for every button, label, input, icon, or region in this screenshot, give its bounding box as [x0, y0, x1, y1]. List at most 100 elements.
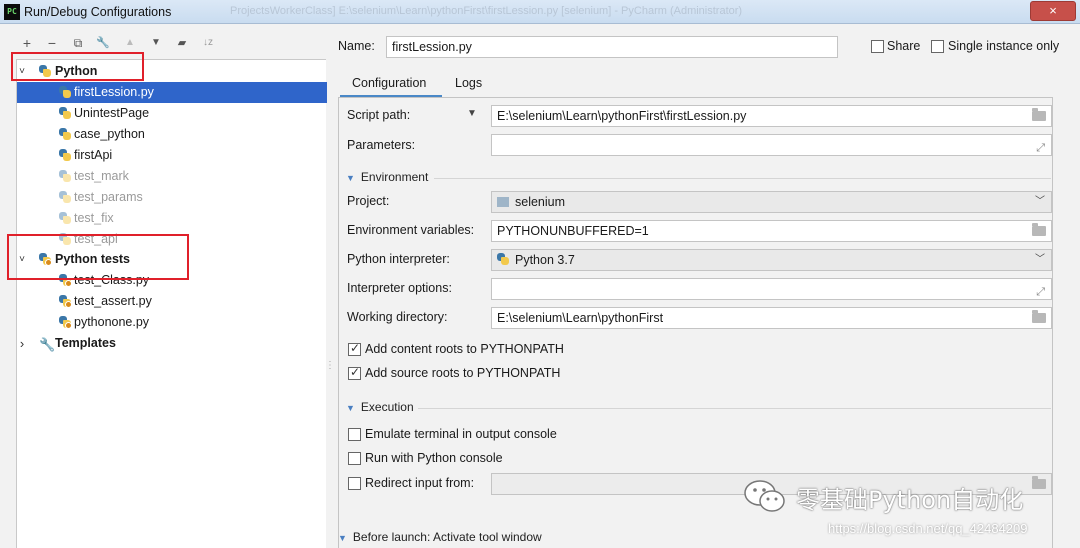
tree-item-case-python[interactable]: case_python: [17, 124, 327, 145]
configurations-tree: ˅ Python firstLession.py UnintestPage ca…: [16, 59, 327, 548]
tree-item-firstapi[interactable]: firstApi: [17, 145, 327, 166]
add-source-roots-checkbox[interactable]: [348, 365, 361, 380]
project-folder-icon: [497, 197, 509, 207]
project-value: selenium: [515, 195, 566, 209]
move-down-icon[interactable]: ▼: [148, 36, 164, 50]
tab-configuration[interactable]: Configuration: [340, 71, 442, 97]
run-python-console-label: Run with Python console: [365, 451, 503, 465]
python-icon: [59, 86, 71, 98]
tree-item-firstlession[interactable]: firstLession.py: [17, 82, 327, 103]
python-tests-icon: [59, 295, 72, 308]
redirect-input-checkbox[interactable]: [348, 477, 361, 490]
close-button[interactable]: ×: [1030, 1, 1076, 21]
python-icon: [59, 149, 71, 161]
pycharm-app-icon: PC: [4, 4, 20, 20]
add-source-roots-label: Add source roots to PYTHONPATH: [365, 366, 561, 380]
python-icon: [59, 170, 71, 182]
tree-item-label: test_params: [74, 190, 143, 204]
interpreter-label: Python interpreter:: [347, 252, 450, 266]
share-label: Share: [887, 39, 921, 53]
configurations-panel: + − ⧉ 🔧 ▲ ▼ ▰ ↓z ˅ Python firstLession.p…: [0, 25, 327, 548]
browse-folder-icon[interactable]: [1032, 108, 1046, 121]
expand-icon[interactable]: ⤢: [1036, 282, 1045, 299]
script-path-dropdown-icon[interactable]: ▼: [467, 108, 477, 119]
project-label: Project:: [347, 194, 390, 208]
working-directory-label: Working directory:: [347, 310, 448, 324]
interpreter-value: Python 3.7: [515, 253, 575, 267]
browse-folder-icon[interactable]: [1032, 223, 1046, 236]
single-instance-checkbox[interactable]: [931, 40, 944, 53]
name-input[interactable]: firstLession.py: [386, 36, 838, 58]
environment-section-header[interactable]: ▼ Environment: [346, 170, 428, 184]
name-label: Name:: [338, 39, 375, 53]
interpreter-options-label: Interpreter options:: [347, 281, 452, 295]
python-icon: [59, 128, 71, 140]
remove-icon[interactable]: −: [44, 36, 60, 50]
wrench-icon: 🔧: [39, 337, 56, 352]
move-up-icon[interactable]: ▲: [122, 36, 138, 50]
script-path-input[interactable]: E:\selenium\Learn\pythonFirst\firstLessi…: [491, 105, 1052, 127]
tree-item-unintestpage[interactable]: UnintestPage: [17, 103, 327, 124]
browse-folder-icon[interactable]: [1032, 476, 1046, 489]
chevron-down-icon: ﹀: [1035, 254, 1045, 265]
emulate-terminal-label: Emulate terminal in output console: [365, 427, 557, 441]
tree-item-label: firstApi: [74, 148, 113, 162]
env-vars-input[interactable]: PYTHONUNBUFFERED=1: [491, 220, 1052, 242]
add-icon[interactable]: +: [19, 36, 35, 50]
highlight-box-python-tests: [7, 234, 189, 280]
working-directory-input[interactable]: E:\selenium\Learn\pythonFirst: [491, 307, 1052, 329]
environment-section-label: Environment: [360, 170, 429, 184]
expand-icon[interactable]: ⤢: [1036, 138, 1045, 155]
copy-icon[interactable]: ⧉: [70, 36, 86, 50]
browse-folder-icon[interactable]: [1032, 310, 1046, 323]
parameters-input[interactable]: ⤢: [491, 134, 1052, 156]
env-vars-label: Environment variables:: [347, 223, 475, 237]
chevron-right-icon[interactable]: ›: [17, 333, 27, 354]
python-icon: [59, 107, 71, 119]
collapse-triangle-icon: ▼: [346, 173, 355, 183]
title-bar: PC Run/Debug Configurations ProjectsWork…: [0, 0, 1080, 24]
before-launch-section-header[interactable]: ▼ Before launch: Activate tool window: [338, 530, 542, 544]
env-vars-value: PYTHONUNBUFFERED=1: [497, 224, 649, 238]
section-divider: [418, 408, 1051, 409]
add-content-roots-checkbox[interactable]: [348, 341, 361, 356]
execution-section-label: Execution: [360, 400, 414, 414]
before-launch-label: Before launch: Activate tool window: [352, 530, 542, 544]
sort-icon[interactable]: ↓z: [200, 36, 216, 50]
tree-group-label: Templates: [55, 336, 116, 350]
tree-item-label: test_fix: [74, 211, 114, 225]
python-icon: [59, 191, 71, 203]
window-title: Run/Debug Configurations: [24, 5, 172, 19]
script-path-value: E:\selenium\Learn\pythonFirst\firstLessi…: [497, 109, 747, 123]
redirect-input-label: Redirect input from:: [365, 476, 475, 490]
tree-item-test-mark[interactable]: test_mark: [17, 166, 327, 187]
python-tests-icon: [59, 316, 72, 329]
project-select[interactable]: selenium ﹀: [491, 191, 1052, 213]
run-python-console-checkbox[interactable]: [348, 452, 361, 465]
collapse-triangle-icon: ▼: [346, 403, 355, 413]
script-path-label: Script path:: [347, 108, 411, 122]
wechat-logo-icon: [744, 480, 785, 512]
interpreter-select[interactable]: Python 3.7 ﹀: [491, 249, 1052, 271]
tree-item-test-params[interactable]: test_params: [17, 187, 327, 208]
tree-item-label: test_assert.py: [74, 294, 152, 308]
share-checkbox[interactable]: [871, 40, 884, 53]
configuration-form: Name: firstLession.py Share Single insta…: [326, 25, 1080, 548]
tree-item-label: case_python: [74, 127, 145, 141]
interpreter-options-input[interactable]: ⤢: [491, 278, 1052, 300]
tree-item-test-fix[interactable]: test_fix: [17, 208, 327, 229]
tree-item-pythonone[interactable]: pythonone.py: [17, 312, 327, 333]
folder-icon[interactable]: ▰: [174, 36, 190, 50]
tree-group-templates[interactable]: › 🔧 Templates: [17, 333, 327, 354]
tree-item-label: test_mark: [74, 169, 129, 183]
wrench-icon[interactable]: 🔧: [95, 36, 111, 50]
highlight-box-python: [11, 52, 144, 81]
single-instance-label: Single instance only: [948, 39, 1060, 53]
emulate-terminal-checkbox[interactable]: [348, 428, 361, 441]
execution-section-header[interactable]: ▼ Execution: [346, 400, 414, 414]
parameters-label: Parameters:: [347, 138, 416, 152]
working-directory-value: E:\selenium\Learn\pythonFirst: [497, 311, 664, 325]
tree-item-test-assert[interactable]: test_assert.py: [17, 291, 327, 312]
tab-logs[interactable]: Logs: [455, 71, 482, 97]
add-content-roots-label: Add content roots to PYTHONPATH: [365, 342, 564, 356]
